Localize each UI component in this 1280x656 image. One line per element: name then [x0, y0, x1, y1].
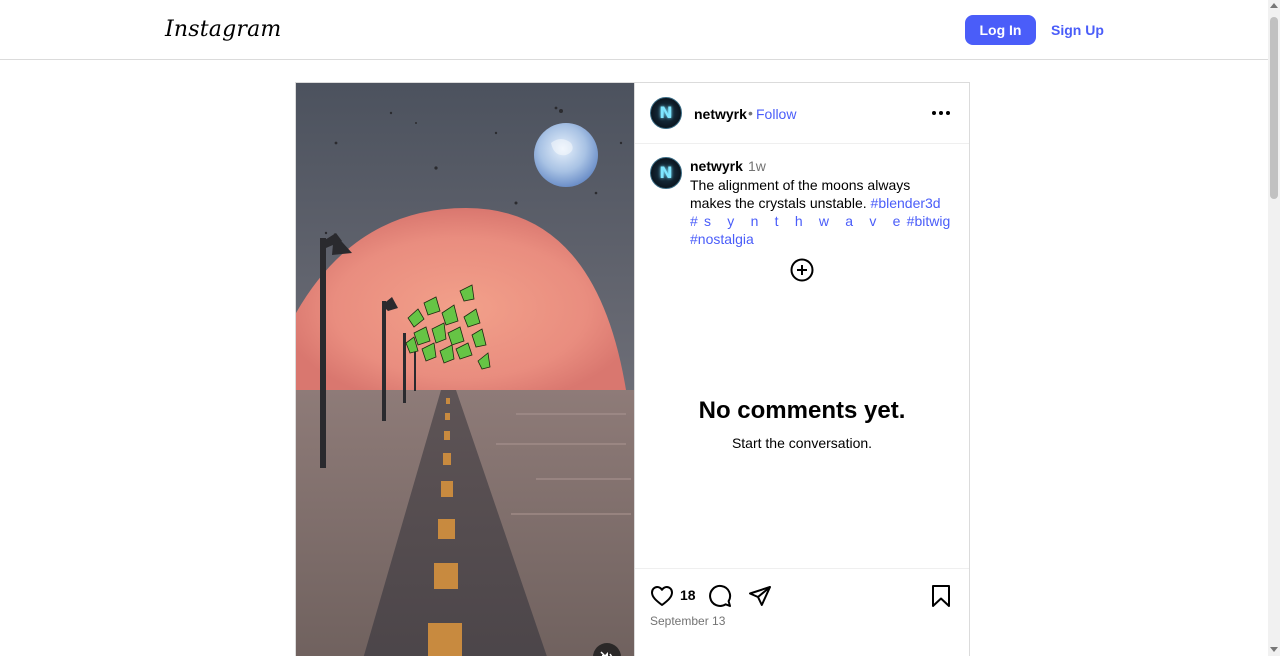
- add-comment-icon: [790, 258, 814, 282]
- caption-author-username[interactable]: netwyrk: [690, 158, 743, 174]
- hashtag-bitwig[interactable]: #bitwig: [907, 213, 951, 229]
- post-card: N netwyrk • Follow N netwyrk 1w The alig…: [295, 82, 970, 656]
- header-separator: •: [748, 105, 753, 121]
- sign-up-link[interactable]: Sign Up: [1051, 22, 1104, 38]
- like-count: 18: [680, 587, 696, 603]
- hashtag-nostalgia[interactable]: #nostalgia: [690, 231, 754, 247]
- hashtag-blender3d[interactable]: #blender3d: [871, 195, 941, 211]
- mute-toggle-button[interactable]: [593, 643, 621, 656]
- avatar-letter: N: [659, 163, 673, 182]
- caption-author-avatar[interactable]: N: [650, 157, 682, 189]
- scroll-up-arrow-icon[interactable]: [1270, 3, 1278, 8]
- mute-icon: [600, 651, 613, 656]
- post-caption: The alignment of the moons always makes …: [690, 176, 955, 248]
- log-in-button[interactable]: Log In: [965, 15, 1036, 45]
- scrollbar-thumb[interactable]: [1270, 17, 1278, 199]
- post-actions-bar: 18 September 13: [635, 568, 969, 656]
- add-comment-button[interactable]: [790, 258, 814, 282]
- share-icon: [749, 586, 771, 606]
- like-button[interactable]: [650, 584, 674, 608]
- heart-icon: [651, 586, 673, 606]
- avatar-letter: N: [659, 103, 673, 122]
- save-button[interactable]: [929, 584, 953, 608]
- bookmark-icon: [932, 585, 950, 607]
- more-horizontal-icon-dot: [939, 111, 943, 115]
- follow-button[interactable]: Follow: [756, 106, 796, 122]
- more-options-button[interactable]: [932, 106, 952, 120]
- post-details-panel: N netwyrk • Follow N netwyrk 1w The alig…: [634, 83, 969, 656]
- top-navigation-bar: Instagram Log In Sign Up: [0, 0, 1268, 60]
- post-video[interactable]: [296, 83, 634, 656]
- more-horizontal-icon: [932, 111, 936, 115]
- comment-button[interactable]: [708, 584, 732, 608]
- caption-time-ago: 1w: [748, 158, 766, 174]
- author-username[interactable]: netwyrk: [694, 106, 747, 122]
- instagram-logo[interactable]: Instagram: [165, 17, 281, 42]
- share-button[interactable]: [748, 584, 772, 608]
- no-comments-title: No comments yet.: [698, 397, 906, 424]
- post-date: September 13: [650, 614, 726, 628]
- hashtag-synthwave[interactable]: #s y n t h w a v e: [690, 213, 907, 229]
- more-horizontal-icon-dot: [946, 111, 950, 115]
- author-avatar[interactable]: N: [650, 97, 682, 129]
- post-header: N netwyrk • Follow: [635, 83, 969, 144]
- comment-icon: [709, 584, 732, 607]
- no-comments-subtitle: Start the conversation.: [731, 435, 873, 451]
- page-scrollbar[interactable]: [1268, 0, 1280, 656]
- video-frame-scene: [296, 83, 634, 656]
- scroll-down-arrow-icon[interactable]: [1270, 647, 1278, 652]
